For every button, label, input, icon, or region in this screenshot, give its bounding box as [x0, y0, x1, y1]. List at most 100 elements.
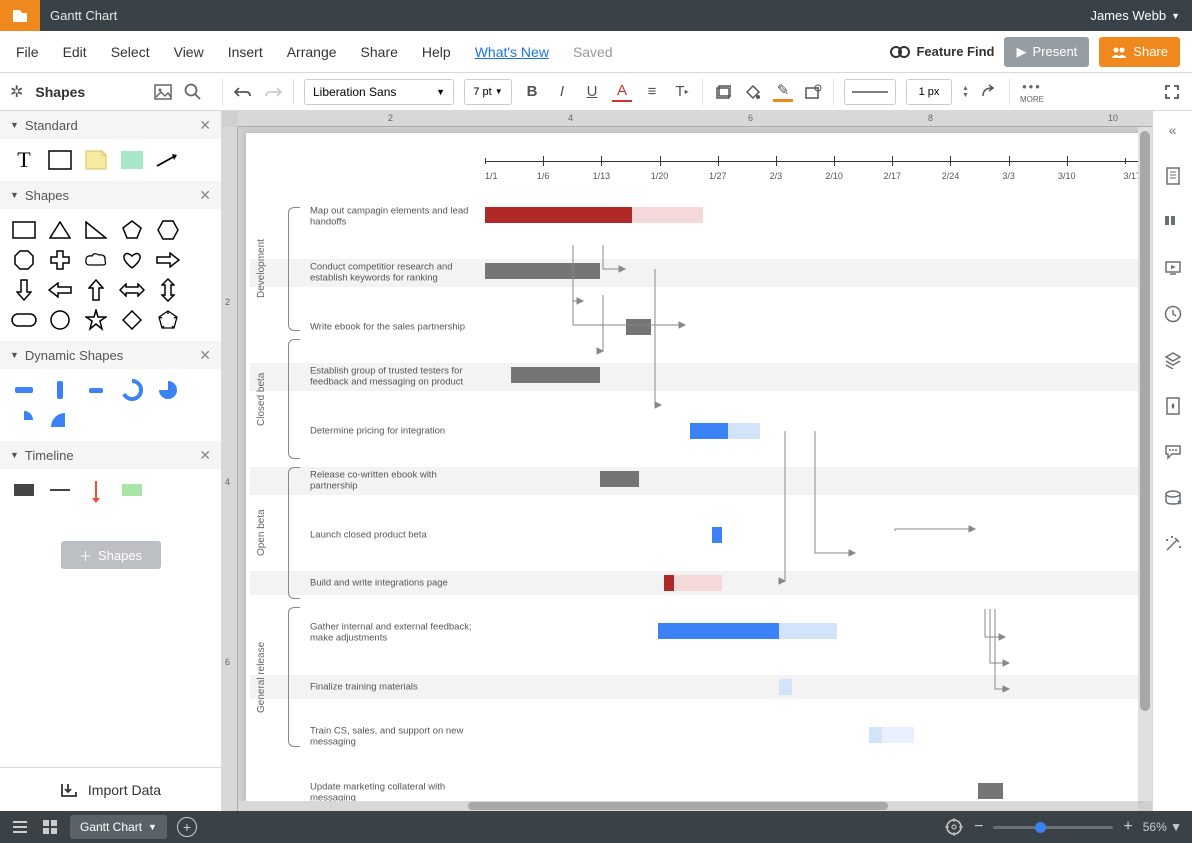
gantt-bar[interactable]	[779, 623, 837, 639]
task-label[interactable]: Conduct competitior research and establi…	[310, 262, 480, 285]
gantt-bar[interactable]	[728, 423, 760, 439]
collapse-panel-icon[interactable]: «	[1162, 119, 1184, 141]
redo-button[interactable]	[263, 82, 283, 102]
list-view-icon[interactable]	[10, 817, 30, 837]
page-icon[interactable]	[1162, 165, 1184, 187]
menu-arrange[interactable]: Arrange	[275, 44, 349, 60]
scrollbar-vertical[interactable]	[1138, 127, 1152, 801]
gantt-bar[interactable]	[664, 575, 674, 591]
gantt-bar[interactable]	[869, 727, 882, 743]
scrollbar-horizontal[interactable]	[238, 801, 1138, 811]
add-page-button[interactable]: +	[177, 817, 197, 837]
zoom-in-button[interactable]: +	[1123, 818, 1132, 836]
task-label[interactable]: Gather internal and external feedback; m…	[310, 622, 480, 645]
document-title[interactable]: Gantt Chart	[50, 8, 117, 23]
font-size-select[interactable]: 7 pt ▼	[464, 79, 512, 105]
section-dynamic[interactable]: ▼Dynamic Shapes✕	[0, 341, 221, 369]
text-options-button[interactable]: T▸	[672, 82, 692, 102]
gantt-bar[interactable]	[511, 367, 601, 383]
shape-pentagon[interactable]	[118, 219, 146, 241]
close-icon[interactable]: ✕	[199, 117, 211, 134]
shape-options-button[interactable]	[803, 82, 823, 102]
menu-whatsnew[interactable]: What's New	[463, 44, 561, 60]
slides-icon[interactable]	[1162, 257, 1184, 279]
text-color-button[interactable]: A	[612, 82, 632, 102]
menu-share[interactable]: Share	[349, 44, 410, 60]
image-icon[interactable]	[154, 83, 172, 101]
layers-icon[interactable]	[1162, 349, 1184, 371]
shape-arrow-l[interactable]	[46, 279, 74, 301]
shape-cross[interactable]	[46, 249, 74, 271]
line-color-button[interactable]: ✎	[773, 82, 793, 102]
shape-hexagon[interactable]	[154, 219, 182, 241]
font-select[interactable]: Liberation Sans▼	[304, 79, 454, 105]
task-label[interactable]: Map out campagin elements and lead hando…	[310, 206, 480, 229]
tl-1[interactable]	[10, 479, 38, 501]
canvas-area[interactable]: 2 4 6 8 10 2 4 6 1/61/131/201/272/32/102…	[222, 111, 1152, 811]
task-label[interactable]: Train CS, sales, and support on new mess…	[310, 726, 480, 749]
tl-4[interactable]	[118, 479, 146, 501]
dyn-5[interactable]	[154, 379, 182, 401]
zoom-slider[interactable]	[993, 826, 1113, 829]
shape-arrow-ud[interactable]	[154, 279, 182, 301]
undo-button[interactable]	[233, 82, 253, 102]
shape-triangle[interactable]	[46, 219, 74, 241]
dyn-7[interactable]	[46, 409, 74, 431]
text-shape[interactable]: T	[10, 149, 38, 171]
tl-3[interactable]	[82, 479, 110, 501]
import-data-button[interactable]: Import Data	[0, 767, 221, 811]
menu-file[interactable]: File	[4, 44, 51, 60]
dyn-4[interactable]	[118, 379, 146, 401]
menu-help[interactable]: Help	[410, 44, 463, 60]
line-width-select[interactable]: 1 px	[906, 79, 952, 105]
align-button[interactable]: ≡	[642, 82, 662, 102]
feature-find[interactable]: Feature Find	[890, 44, 994, 59]
present-button[interactable]: ▶ Present	[1004, 37, 1089, 67]
zoom-out-button[interactable]: −	[974, 818, 983, 836]
fullscreen-button[interactable]	[1162, 82, 1182, 102]
menu-edit[interactable]: Edit	[51, 44, 99, 60]
magic-icon[interactable]	[1162, 533, 1184, 555]
shape-arrow-lr[interactable]	[118, 279, 146, 301]
gantt-bar[interactable]	[485, 207, 632, 223]
shape-arrow-d[interactable]	[10, 279, 38, 301]
gantt-bar[interactable]	[690, 423, 728, 439]
search-icon[interactable]	[184, 83, 202, 101]
grid-view-icon[interactable]	[40, 817, 60, 837]
menu-select[interactable]: Select	[99, 44, 162, 60]
task-label[interactable]: Launch closed product beta	[310, 529, 480, 540]
add-shapes-button[interactable]: ＋ Shapes	[61, 541, 161, 569]
gantt-bar[interactable]	[600, 471, 638, 487]
gantt-chart[interactable]: 1/61/131/201/272/32/102/172/243/33/101/1…	[250, 153, 1138, 751]
shape-arrow-u[interactable]	[82, 279, 110, 301]
task-label[interactable]: Determine pricing for integration	[310, 425, 480, 436]
fill-button[interactable]	[713, 82, 733, 102]
gantt-bar[interactable]	[712, 527, 722, 543]
task-label[interactable]: Build and write integrations page	[310, 577, 480, 588]
canvas-page[interactable]: 1/61/131/201/272/32/102/172/243/33/101/1…	[246, 133, 1142, 801]
section-standard[interactable]: ▼Standard✕	[0, 111, 221, 139]
shape-pill[interactable]	[10, 309, 38, 331]
task-label[interactable]: Finalize training materials	[310, 681, 480, 692]
gantt-bar[interactable]	[978, 783, 1004, 799]
arrow-button[interactable]	[979, 82, 999, 102]
gantt-bar[interactable]	[632, 207, 702, 223]
rect-shape[interactable]	[46, 149, 74, 171]
gantt-bar[interactable]	[658, 623, 780, 639]
menu-insert[interactable]: Insert	[216, 44, 275, 60]
share-button[interactable]: Share	[1099, 37, 1180, 67]
task-label[interactable]: Release co-written ebook with partnershi…	[310, 470, 480, 493]
theme-icon[interactable]	[1162, 395, 1184, 417]
shape-circle[interactable]	[46, 309, 74, 331]
block-shape[interactable]	[118, 149, 146, 171]
shape-rect[interactable]	[10, 219, 38, 241]
shape-polygon[interactable]	[154, 309, 182, 331]
dyn-2[interactable]	[46, 379, 74, 401]
user-menu[interactable]: James Webb▼	[1090, 8, 1180, 23]
dyn-1[interactable]	[10, 379, 38, 401]
gantt-bar[interactable]	[485, 263, 600, 279]
line-style-select[interactable]	[844, 79, 896, 105]
tl-2[interactable]	[46, 479, 74, 501]
close-icon[interactable]: ✕	[199, 187, 211, 204]
chat-icon[interactable]	[1162, 441, 1184, 463]
